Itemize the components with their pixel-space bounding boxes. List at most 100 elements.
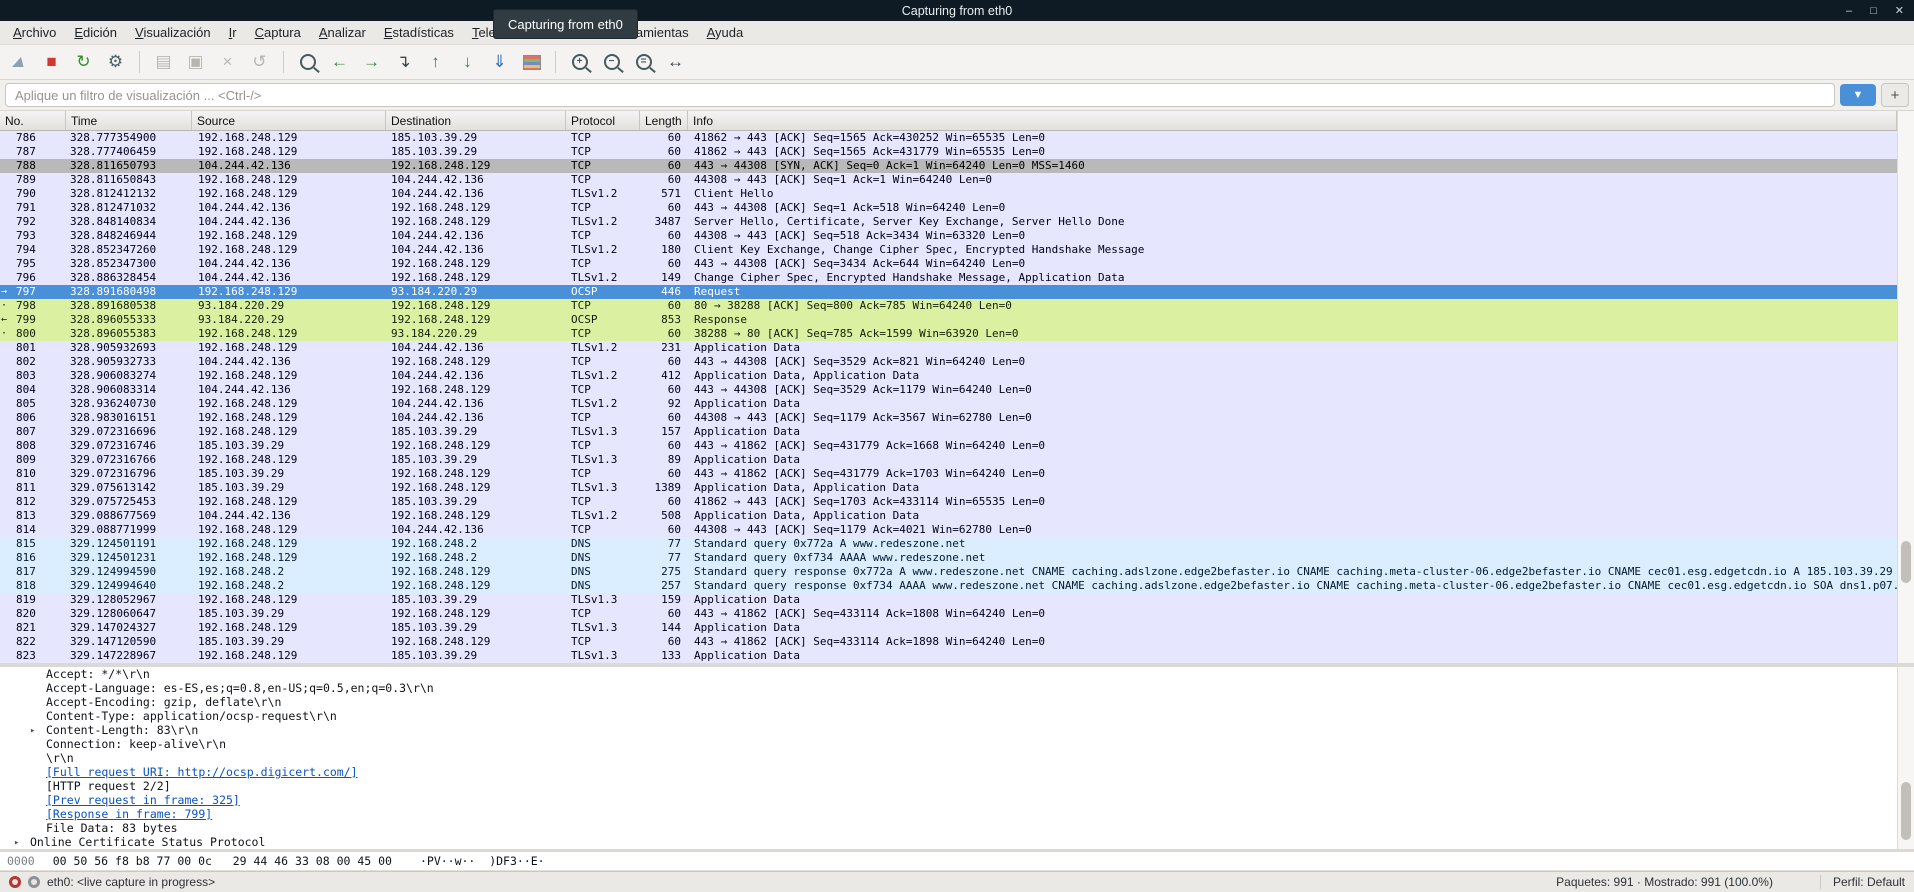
go-forward-button[interactable]: → — [357, 49, 386, 76]
detail-link[interactable]: [Prev request in frame: 325] — [46, 793, 240, 807]
capture-comment-icon[interactable] — [28, 876, 40, 888]
packet-row-804[interactable]: 804 328.906083314 104.244.42.136 192.168.24… — [0, 383, 1897, 397]
packet-list-scrollbar-thumb[interactable] — [1901, 541, 1911, 583]
packet-row-814[interactable]: 814 329.088771999 192.168.248.129 104.244.4… — [0, 523, 1897, 537]
column-header-length[interactable]: Length — [640, 111, 688, 130]
packet-source: 192.168.248.129 — [198, 327, 298, 340]
close-button[interactable]: ✕ — [1895, 4, 1904, 17]
auto-scroll-button[interactable]: ⇓ — [485, 49, 514, 76]
maximize-button[interactable]: □ — [1870, 5, 1877, 17]
capture-options-button[interactable]: ⚙ — [101, 49, 130, 76]
find-packet-button[interactable] — [293, 49, 322, 76]
menu-item-captura[interactable]: Captura — [246, 23, 310, 42]
column-header-protocol[interactable]: Protocol — [566, 111, 640, 130]
packet-bytes-pane[interactable]: 0000 00 50 56 f8 b8 77 00 0c 29 44 46 33… — [0, 852, 1914, 871]
packet-row-798[interactable]: 798 · 328.891680538 93.184.220.29 192.168.24… — [0, 299, 1897, 313]
go-back-button[interactable]: ← — [325, 49, 354, 76]
packet-row-812[interactable]: 812 329.075725453 192.168.248.129 185.103.3… — [0, 495, 1897, 509]
menu-item-analizar[interactable]: Analizar — [310, 23, 375, 42]
details-scrollbar[interactable] — [1897, 667, 1914, 849]
stop-capture-button[interactable]: ■ — [37, 49, 66, 76]
packet-row-821[interactable]: 821 329.147024327 192.168.248.129 185.103.3… — [0, 621, 1897, 635]
go-to-packet-button[interactable]: ↴ — [389, 49, 418, 76]
packet-row-790[interactable]: 790 328.812412132 192.168.248.129 104.244.4… — [0, 187, 1897, 201]
zoom-normal-button[interactable]: = — [629, 49, 658, 76]
packet-row-816[interactable]: 816 329.124501231 192.168.248.129 192.168.2… — [0, 551, 1897, 565]
packet-row-788[interactable]: 788 328.811650793 104.244.42.136 192.168.24… — [0, 159, 1897, 173]
menu-item-ir[interactable]: Ir — [220, 23, 246, 42]
colorize-button[interactable] — [517, 49, 546, 76]
packet-row-809[interactable]: 809 329.072316766 192.168.248.129 185.103.3… — [0, 453, 1897, 467]
packet-row-793[interactable]: 793 328.848246944 192.168.248.129 104.244.4… — [0, 229, 1897, 243]
column-header-no[interactable]: No. — [0, 111, 66, 130]
packet-row-807[interactable]: 807 329.072316696 192.168.248.129 185.103.3… — [0, 425, 1897, 439]
packet-row-791[interactable]: 791 328.812471032 104.244.42.136 192.168.24… — [0, 201, 1897, 215]
packet-row-815[interactable]: 815 329.124501191 192.168.248.129 192.168.2… — [0, 537, 1897, 551]
packet-info: 443 → 44308 [ACK] Seq=3529 Ack=821 Win=6… — [694, 355, 1026, 368]
expert-info-icon[interactable] — [9, 876, 21, 888]
packet-row-789[interactable]: 789 328.811650843 192.168.248.129 104.244.4… — [0, 173, 1897, 187]
start-capture-button[interactable]: ▲ — [5, 49, 34, 76]
packet-row-813[interactable]: 813 329.088677569 104.244.42.136 192.168.24… — [0, 509, 1897, 523]
packet-protocol: TCP — [571, 383, 591, 396]
restart-capture-button[interactable]: ↻ — [69, 49, 98, 76]
packet-row-796[interactable]: 796 328.886328454 104.244.42.136 192.168.24… — [0, 271, 1897, 285]
packet-row-803[interactable]: 803 328.906083274 192.168.248.129 104.244.4… — [0, 369, 1897, 383]
menu-item-archivo[interactable]: Archivo — [4, 23, 65, 42]
minimize-button[interactable]: – — [1846, 5, 1852, 17]
column-header-info[interactable]: Info — [688, 111, 1897, 130]
packet-row-820[interactable]: 820 329.128060647 185.103.39.29 192.168.248… — [0, 607, 1897, 621]
packet-row-822[interactable]: 822 329.147120590 185.103.39.29 192.168.248… — [0, 635, 1897, 649]
packet-row-794[interactable]: 794 328.852347260 192.168.248.129 104.244.4… — [0, 243, 1897, 257]
packet-row-823[interactable]: 823 329.147228967 192.168.248.129 185.103.3… — [0, 649, 1897, 663]
packet-row-801[interactable]: 801 328.905932693 192.168.248.129 104.244.4… — [0, 341, 1897, 355]
open-file-button[interactable]: ▤ — [149, 49, 178, 76]
packet-row-808[interactable]: 808 329.072316746 185.103.39.29 192.168.248… — [0, 439, 1897, 453]
zoom-in-button[interactable]: + — [565, 49, 594, 76]
column-header-destination[interactable]: Destination — [386, 111, 566, 130]
column-header-time[interactable]: Time — [66, 111, 192, 130]
add-filter-button[interactable]: + — [1881, 83, 1909, 107]
packet-list[interactable]: 786 328.777354900 192.168.248.129 185.103.3… — [0, 131, 1897, 663]
packet-row-817[interactable]: 817 329.124994590 192.168.248.2 192.168.248… — [0, 565, 1897, 579]
packet-row-795[interactable]: 795 328.852347300 104.244.42.136 192.168.24… — [0, 257, 1897, 271]
reload-file-button[interactable]: ↺ — [245, 49, 274, 76]
packet-row-811[interactable]: 811 329.075613142 185.103.39.29 192.168.248… — [0, 481, 1897, 495]
detail-link[interactable]: [Full request URI: http://ocsp.digicert.… — [46, 765, 358, 779]
packet-row-818[interactable]: 818 329.124994640 192.168.248.2 192.168.248… — [0, 579, 1897, 593]
packet-destination: 104.244.42.136 — [391, 369, 484, 382]
profile-label[interactable]: Perfil: Default — [1819, 875, 1905, 889]
packet-row-810[interactable]: 810 329.072316796 185.103.39.29 192.168.248… — [0, 467, 1897, 481]
display-filter-input[interactable]: Aplique un filtro de visualización ... <… — [5, 83, 1835, 107]
column-header-source[interactable]: Source — [192, 111, 386, 130]
zoom-out-button[interactable]: − — [597, 49, 626, 76]
expand-arrow-icon[interactable]: ▸ — [30, 724, 35, 738]
menu-item-estadísticas[interactable]: Estadísticas — [375, 23, 463, 42]
save-file-button[interactable]: ▣ — [181, 49, 210, 76]
menu-item-edición[interactable]: Edición — [65, 23, 126, 42]
go-first-button[interactable]: ↑ — [421, 49, 450, 76]
packet-row-802[interactable]: 802 328.905932733 104.244.42.136 192.168.24… — [0, 355, 1897, 369]
packet-row-800[interactable]: 800 · 328.896055383 192.168.248.129 93.184.2… — [0, 327, 1897, 341]
menu-item-ayuda[interactable]: Ayuda — [698, 23, 753, 42]
packet-list-scrollbar[interactable] — [1897, 111, 1914, 663]
packet-row-806[interactable]: 806 328.983016151 192.168.248.129 104.244.4… — [0, 411, 1897, 425]
packet-no: 810 — [16, 467, 36, 480]
close-file-button[interactable]: × — [213, 49, 242, 76]
go-last-button[interactable]: ↓ — [453, 49, 482, 76]
packet-row-792[interactable]: 792 328.848140834 104.244.42.136 192.168.24… — [0, 215, 1897, 229]
packet-row-787[interactable]: 787 328.777406459 192.168.248.129 185.103.3… — [0, 145, 1897, 159]
packet-row-799[interactable]: 799 ← 328.896055333 93.184.220.29 192.168.24… — [0, 313, 1897, 327]
expand-arrow-icon[interactable]: ▸ — [14, 836, 19, 850]
packet-row-797[interactable]: 797 → 328.891680498 192.168.248.129 93.184.2… — [0, 285, 1897, 299]
resize-columns-button[interactable]: ↔ — [661, 49, 690, 76]
packet-row-819[interactable]: 819 329.128052967 192.168.248.129 185.103.3… — [0, 593, 1897, 607]
packet-row-805[interactable]: 805 328.936240730 192.168.248.129 104.244.4… — [0, 397, 1897, 411]
details-scrollbar-thumb[interactable] — [1901, 782, 1911, 840]
menu-item-visualización[interactable]: Visualización — [126, 23, 220, 42]
packet-row-786[interactable]: 786 328.777354900 192.168.248.129 185.103.3… — [0, 131, 1897, 145]
packet-details-pane[interactable]: Accept: */*\r\n Accept-Language: es-ES,es… — [0, 667, 1897, 849]
detail-link[interactable]: [Response in frame: 799] — [46, 807, 212, 821]
packet-source: 192.168.248.129 — [198, 229, 298, 242]
filter-dropdown-button[interactable]: ▼ — [1840, 84, 1876, 106]
